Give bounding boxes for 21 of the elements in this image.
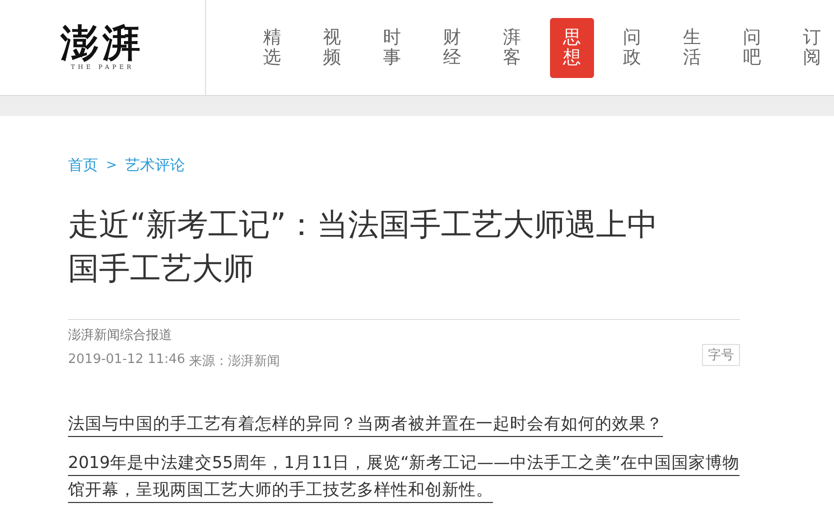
nav-item[interactable]: 时事 [370, 18, 414, 78]
nav-item[interactable]: 思想 [550, 18, 594, 78]
nav-item[interactable]: 视频 [310, 18, 354, 78]
nav-item[interactable]: 财经 [430, 18, 474, 78]
source-label: 来源：澎湃新闻 [189, 353, 280, 370]
breadcrumb-link[interactable]: 艺术评论 [124, 156, 185, 175]
publish-date: 2019-01-12 11:46 [68, 352, 186, 369]
logo-title: 澎湃 [60, 24, 144, 62]
nav-item[interactable]: 问政 [610, 18, 654, 78]
breadcrumb-link[interactable]: 首页 [68, 156, 98, 175]
nav-item[interactable]: 湃客 [490, 18, 534, 78]
article-paragraph: 法国与中国的手工艺有着怎样的异同？当两者被并置在一起时会有如何的效果？ [68, 413, 664, 435]
nav-item[interactable]: 精选 [250, 18, 294, 78]
article-paragraph: 2019年是中法建交55周年，1月11日，展览“新考工记——中法手工之美”在中国国家博物馆开幕，呈现两国工艺大师的手工技艺多样性和创新性。 [68, 452, 740, 501]
nav-item[interactable]: 问吧 [730, 18, 774, 78]
byline: 澎湃新闻综合报道 [68, 327, 173, 344]
nav-item[interactable]: 订阅 [790, 18, 834, 78]
nav-item[interactable]: 生活 [670, 18, 714, 78]
article-title: 走近“新考工记”：当法国手工艺大师遇上中国手工艺大师 [68, 206, 660, 289]
font-size-button[interactable]: 字号 [702, 344, 740, 366]
breadcrumb-separator: > [106, 158, 117, 173]
